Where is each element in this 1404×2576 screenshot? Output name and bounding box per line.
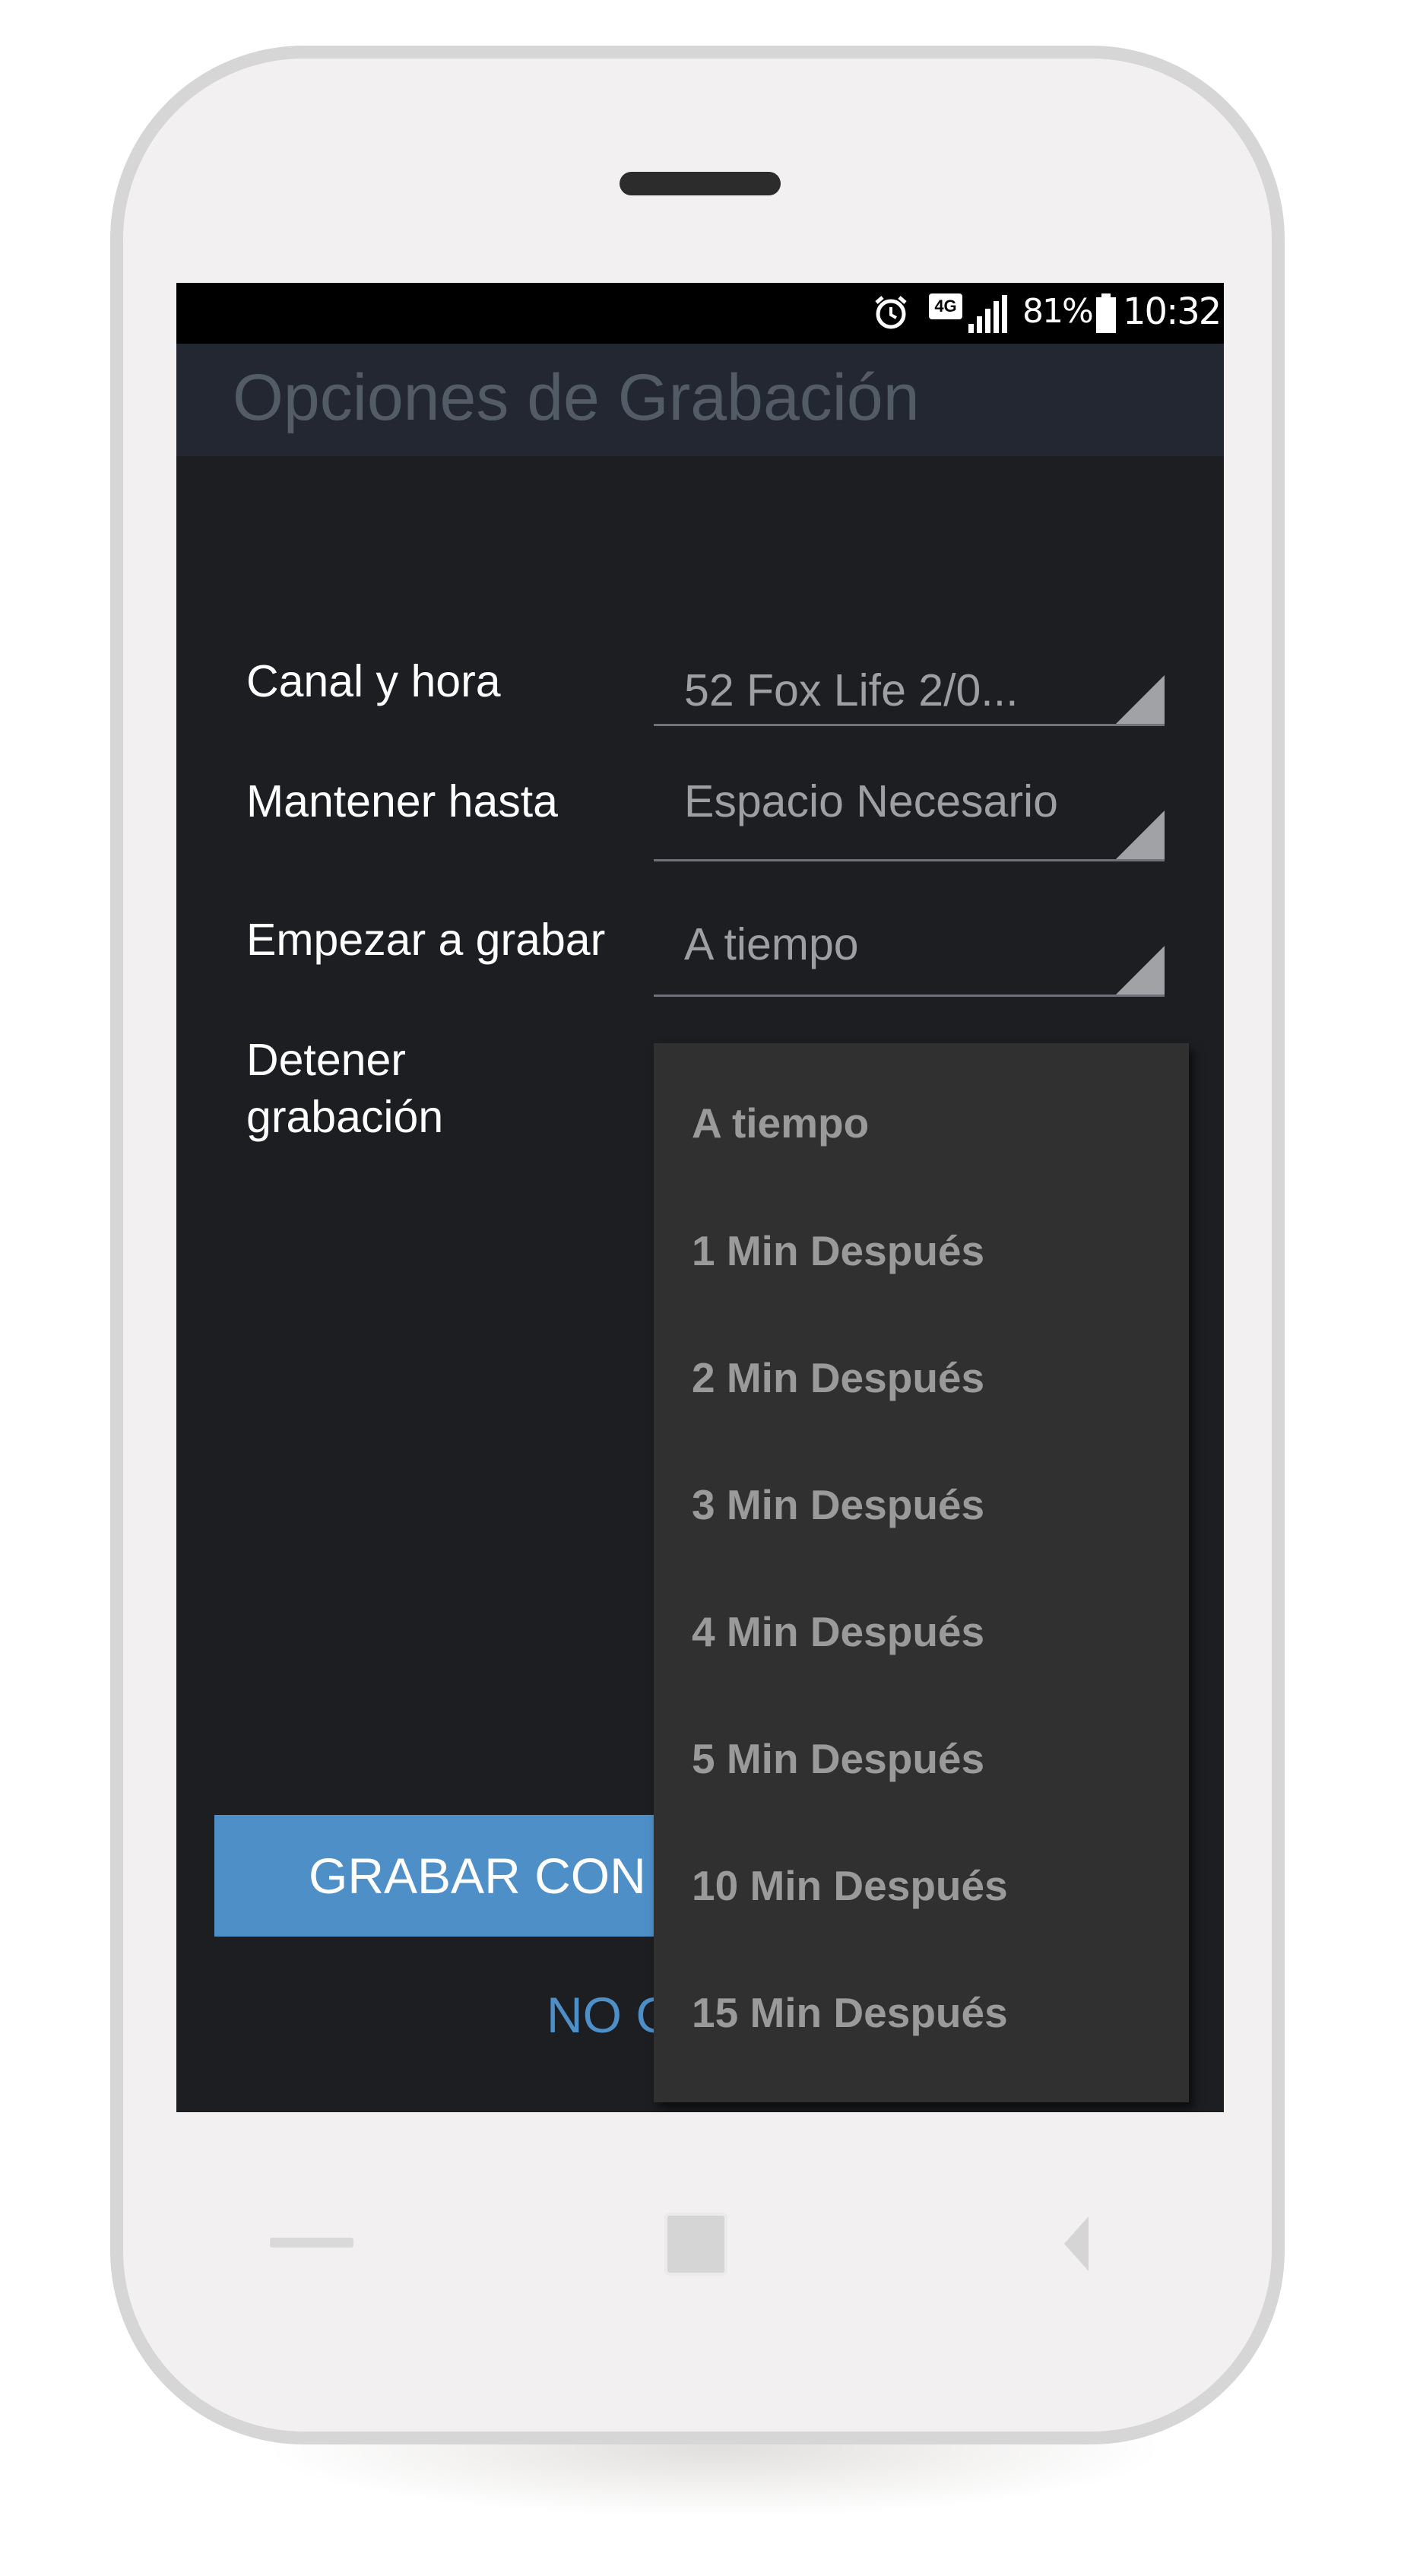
label-canal-hora: Canal y hora — [246, 656, 501, 706]
dropdown-option[interactable]: 2 Min Después — [692, 1351, 984, 1404]
label-detener-line2: grabación — [246, 1092, 444, 1142]
back-triangle-icon[interactable] — [1064, 2216, 1089, 2271]
status-bar: 4G 81% 10:32 — [176, 283, 1224, 344]
keep-until-value: Espacio Necesario — [684, 776, 1058, 826]
phone-screen: 4G 81% 10:32 Opciones de Grabación Canal… — [176, 283, 1224, 2112]
channel-time-value: 52 Fox Life 2/0... — [684, 665, 1019, 715]
label-empezar-grabar: Empezar a grabar — [246, 915, 606, 965]
label-mantener-hasta: Mantener hasta — [246, 776, 558, 826]
stage: 4G 81% 10:32 Opciones de Grabación Canal… — [0, 0, 1404, 2576]
dropdown-option[interactable]: A tiempo — [692, 1096, 869, 1150]
clock-time: 10:32 — [1123, 290, 1222, 333]
dropdown-option[interactable]: 15 Min Después — [692, 1986, 1008, 2039]
dropdown-corner-icon — [1116, 811, 1165, 859]
dropdown-option[interactable]: 10 Min Después — [692, 1859, 1008, 1912]
dropdown-corner-icon — [1116, 675, 1165, 724]
alarm-clock-icon — [875, 296, 907, 329]
app-bar: Opciones de Grabación — [176, 344, 1224, 456]
dropdown-option[interactable]: 4 Min Después — [692, 1605, 984, 1658]
start-record-spinner[interactable]: A tiempo — [654, 906, 1165, 997]
speaker-grille — [620, 172, 781, 195]
label-detener-line1: Detener — [246, 1035, 406, 1085]
dropdown-option[interactable]: 3 Min Después — [692, 1478, 984, 1531]
back-line-icon[interactable] — [270, 2238, 353, 2248]
battery-percent: 81% — [1022, 292, 1094, 331]
dropdown-option[interactable]: 1 Min Después — [692, 1224, 984, 1277]
start-record-value: A tiempo — [684, 919, 859, 969]
home-square-icon[interactable] — [667, 2216, 724, 2273]
page-title: Opciones de Grabación — [233, 361, 920, 434]
signal-icon — [968, 295, 1007, 333]
dropdown-option[interactable]: 5 Min Después — [692, 1732, 984, 1785]
keep-until-spinner[interactable]: Espacio Necesario — [654, 769, 1165, 861]
channel-time-spinner[interactable]: 52 Fox Life 2/0... — [654, 648, 1165, 726]
network-type-badge: 4G — [929, 293, 962, 319]
battery-icon — [1096, 293, 1116, 333]
dropdown-corner-icon — [1116, 946, 1165, 995]
stop-record-dropdown-list: A tiempo 1 Min Después 2 Min Después 3 M… — [654, 1043, 1189, 2102]
